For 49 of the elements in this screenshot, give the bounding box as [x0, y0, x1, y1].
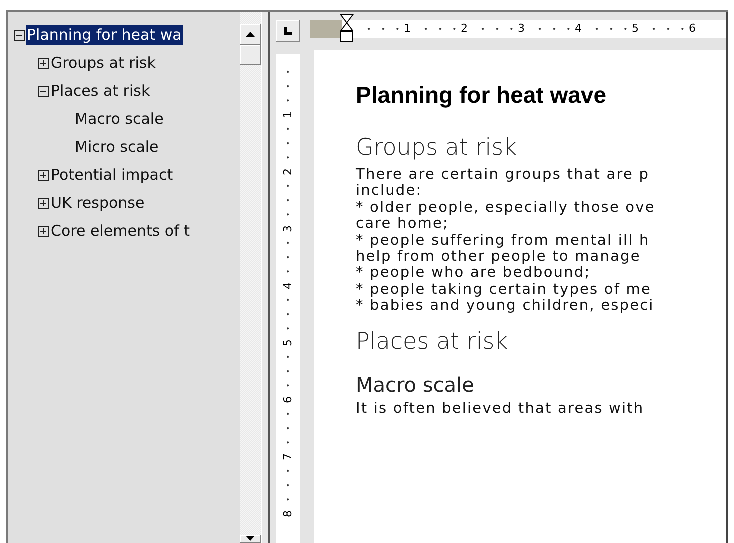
text-line: * people suffering from mental ill h [356, 232, 651, 250]
ruler-margin [310, 20, 342, 38]
left-tab-icon [284, 27, 292, 35]
text-line: include: [356, 183, 424, 200]
up-arrow-icon [246, 32, 255, 37]
section-heading: Places at risk [356, 328, 510, 355]
section-heading: Groups at risk [356, 135, 518, 161]
expand-icon[interactable] [38, 58, 49, 68]
tab-stop-button[interactable] [276, 20, 300, 42]
scroll-down-button[interactable] [240, 535, 261, 543]
ruler-number: 5 [630, 23, 641, 35]
subsection-heading: Macro scale [356, 372, 476, 397]
expand-icon[interactable] [38, 198, 49, 208]
collapse-icon[interactable] [38, 86, 49, 96]
outline-item[interactable]: Macro scale [74, 109, 165, 129]
indent-marker-icon[interactable] [340, 14, 354, 44]
outline-item[interactable]: Groups at risk [50, 53, 157, 73]
scroll-up-button[interactable] [240, 24, 261, 45]
outline-item[interactable]: Core elements of t [50, 221, 192, 241]
ruler-number: 8 [281, 510, 295, 518]
ruler-number: 6 [687, 23, 698, 35]
text-line: * babies and young children, especi [356, 298, 656, 315]
outline-item[interactable]: Micro scale [74, 137, 160, 157]
ruler-number: 3 [516, 23, 527, 35]
ruler-number: 5 [281, 340, 295, 346]
scrollbar[interactable] [240, 12, 261, 543]
text-line: * people taking certain types of me [356, 282, 653, 298]
outline-item[interactable]: Potential impact [50, 165, 174, 185]
ruler-number: 2 [459, 23, 470, 35]
document-title: Planning for heat wave [356, 82, 608, 109]
ruler-number: 3 [281, 226, 295, 232]
ruler-number: 6 [281, 396, 295, 404]
outline-item[interactable]: UK response [50, 193, 146, 213]
text-line: * people who are bedbound; [356, 265, 592, 282]
splitter[interactable] [261, 12, 270, 543]
ruler-number: 1 [402, 23, 413, 35]
scroll-thumb[interactable] [240, 45, 261, 65]
text-line: It is often believed that areas with [356, 400, 646, 418]
text-line: care home; [356, 216, 450, 233]
text-line: There are certain groups that are p [356, 167, 651, 184]
expand-icon[interactable] [38, 170, 49, 180]
expand-icon[interactable] [38, 226, 49, 236]
ruler-number: 4 [573, 23, 584, 35]
text-line: * older people, especially those ove [356, 200, 656, 216]
collapse-icon[interactable] [14, 30, 25, 40]
outline-item[interactable]: Planning for heat wa [26, 25, 183, 45]
down-arrow-icon [246, 536, 255, 541]
text-line: help from other people to manage [356, 249, 642, 266]
outline-item[interactable]: Places at risk [50, 81, 152, 101]
